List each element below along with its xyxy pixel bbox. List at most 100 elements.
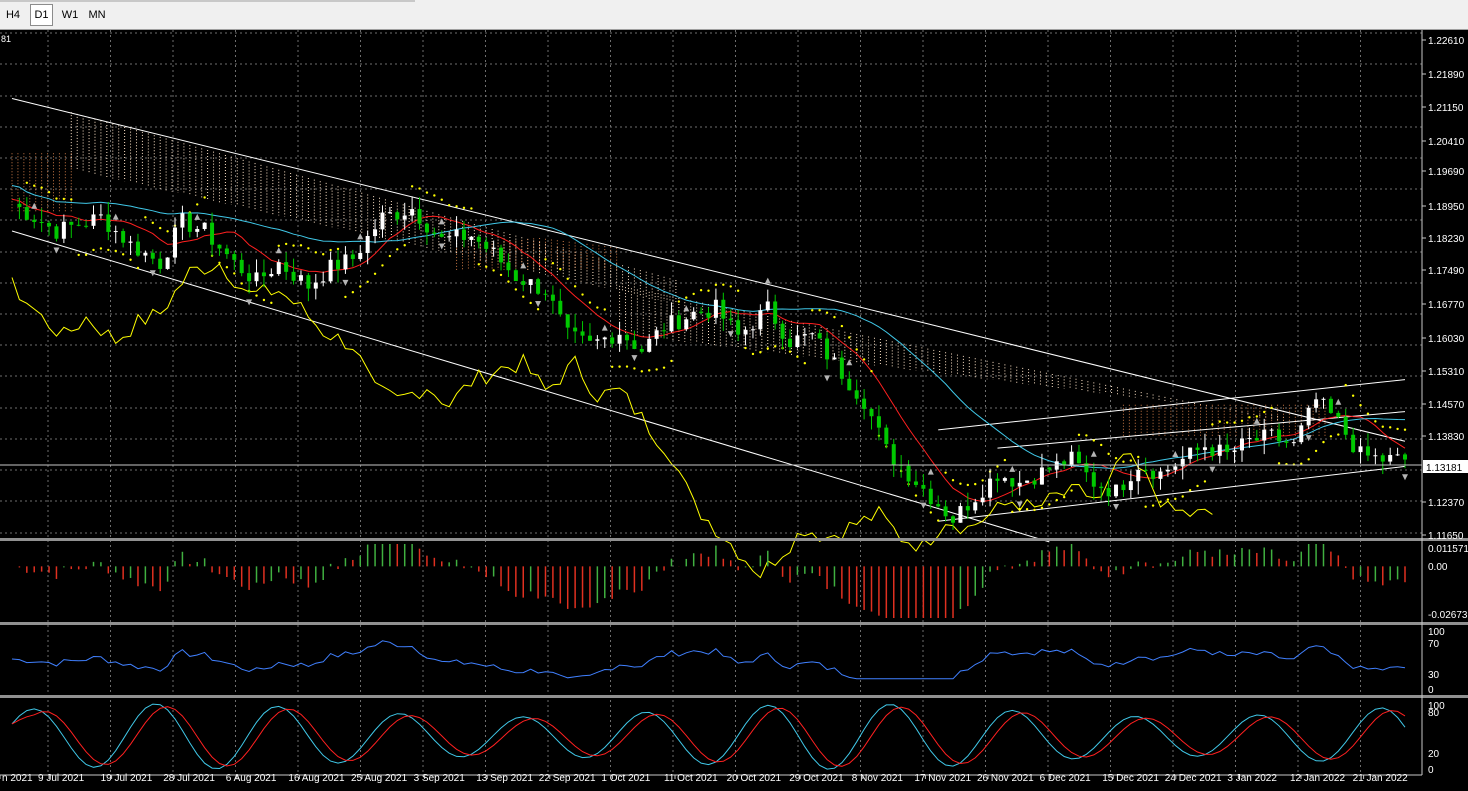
candle-body	[1099, 486, 1104, 489]
psar-dot	[92, 248, 95, 252]
macd-axis-label: 0.011571	[1428, 544, 1468, 555]
psar-dot	[47, 190, 51, 194]
chart-corner-label: 81	[1, 34, 11, 44]
candle-body	[1151, 470, 1156, 479]
candle-body	[1188, 447, 1193, 459]
candle-body	[536, 279, 541, 294]
candle-body	[825, 338, 830, 360]
psar-dot	[158, 226, 162, 230]
psar-dot	[1025, 508, 1029, 511]
psar-dot	[307, 247, 310, 250]
fractal-down-arrow	[1113, 504, 1120, 511]
psar-dot	[1233, 421, 1236, 424]
psar-dot	[692, 292, 695, 296]
timeframe-d1-button[interactable]: D1	[30, 4, 53, 26]
psar-dot	[388, 254, 392, 258]
date-label: 28 Jul 2021	[163, 773, 215, 784]
psar-dot	[270, 301, 273, 305]
psar-dot	[255, 294, 258, 297]
psar-dot	[1307, 458, 1310, 461]
candle-body	[891, 444, 896, 465]
timeframe-h4-button[interactable]: H4	[3, 5, 23, 25]
psar-dot	[114, 249, 117, 253]
date-label: 1 Oct 2021	[601, 773, 650, 784]
candle-body	[84, 225, 89, 227]
psar-dot	[1181, 495, 1184, 498]
psar-dot	[1366, 412, 1370, 415]
candle-body	[350, 254, 355, 259]
candle-body	[336, 259, 341, 270]
psar-dot	[299, 244, 303, 247]
candle-body	[728, 318, 733, 321]
psar-dot	[729, 285, 732, 288]
price-tick-label: 1.14570	[1428, 400, 1465, 411]
psar-dot	[744, 346, 747, 350]
candle-body	[476, 236, 481, 242]
candle-body	[365, 235, 370, 253]
psar-dot	[344, 295, 347, 299]
candle-body	[24, 207, 29, 220]
psar-dot	[633, 367, 636, 370]
psar-dot	[70, 198, 73, 201]
candle-body	[691, 311, 696, 320]
psar-dot	[796, 355, 799, 358]
candle-body	[573, 327, 578, 332]
psar-dot	[573, 285, 577, 288]
candle-body	[617, 334, 622, 344]
macd-axis-label: -0.026738	[1428, 610, 1468, 621]
trend-line	[938, 379, 1406, 431]
candle-body	[395, 212, 400, 220]
candle-body	[232, 254, 237, 260]
timeframe-mn-button[interactable]: MN	[86, 5, 108, 25]
timeframe-w1-button[interactable]: W1	[59, 5, 81, 25]
candle-body	[1328, 398, 1333, 413]
candle-body	[69, 221, 74, 225]
psar-dot	[492, 269, 495, 272]
psar-dot	[655, 368, 658, 371]
psar-dot	[336, 247, 340, 251]
candle-body	[921, 484, 926, 489]
psar-dot	[536, 308, 540, 311]
psar-dot	[77, 253, 80, 257]
psar-dot	[62, 197, 66, 201]
candle-body	[832, 357, 837, 360]
candle-body	[906, 465, 911, 482]
fractal-up-arrow	[927, 468, 934, 475]
candle-body	[158, 258, 163, 269]
candle-body	[1202, 447, 1207, 450]
candle-body	[17, 203, 22, 208]
candle-body	[913, 481, 918, 485]
fractal-up-arrow	[846, 359, 853, 366]
psar-dot	[929, 511, 932, 514]
psar-dot	[981, 479, 984, 482]
date-label: 15 Dec 2021	[1102, 773, 1159, 784]
psar-dot	[1277, 462, 1281, 465]
psar-dot	[55, 197, 58, 200]
psar-dot	[470, 207, 473, 210]
psar-dot	[677, 300, 681, 303]
psar-dot	[1351, 394, 1355, 397]
fractal-up-arrow	[357, 233, 364, 240]
candle-body	[224, 248, 229, 255]
fractal-up-arrow	[275, 247, 282, 254]
candle-body	[454, 229, 459, 237]
candle-body	[180, 213, 185, 228]
candle-body	[565, 314, 570, 328]
date-label: 3 Jan 2022	[1227, 773, 1277, 784]
psar-dot	[440, 198, 443, 201]
candle-body	[869, 408, 874, 417]
candle-body	[306, 275, 311, 289]
candle-body	[802, 334, 807, 336]
price-chart[interactable]: 1.22610 1.21890 1.21150 1.20410 1.19690 1.189…	[0, 30, 1468, 791]
fractal-up-arrow	[1253, 417, 1260, 424]
candle-body	[1336, 412, 1341, 417]
candle-body	[750, 329, 755, 331]
candle-body	[113, 231, 118, 233]
psar-dot	[685, 296, 688, 299]
psar-dot	[447, 203, 451, 207]
psar-dot	[640, 370, 644, 373]
candle-body	[580, 331, 585, 336]
price-tick-label: 1.12370	[1428, 498, 1465, 509]
candle-body	[439, 233, 444, 237]
candle-body	[951, 516, 956, 523]
